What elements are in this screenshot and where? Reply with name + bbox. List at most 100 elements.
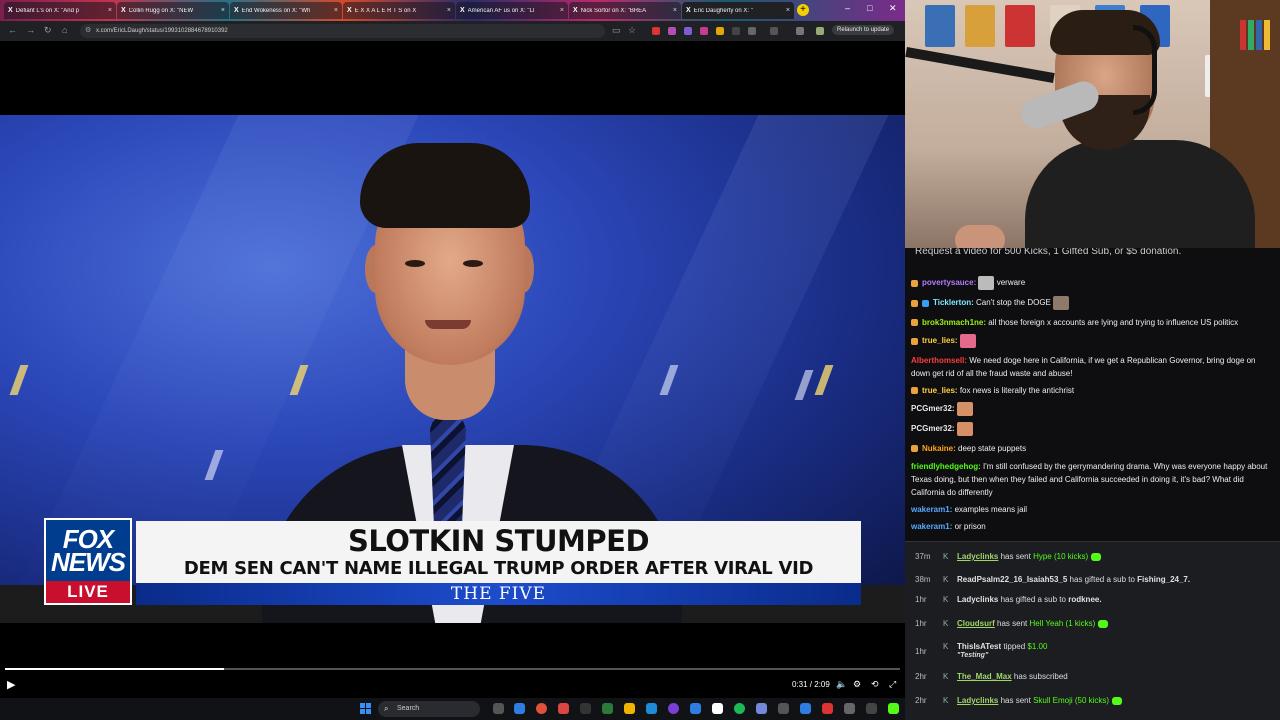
- app-icon[interactable]: [646, 703, 657, 714]
- x-logo-icon: X: [121, 7, 126, 14]
- tab-nick-sortor[interactable]: X Nick Sortor on X: "BREA ×: [569, 2, 681, 19]
- app-icon[interactable]: [580, 703, 591, 714]
- close-window-icon[interactable]: ✕: [889, 3, 897, 14]
- close-icon[interactable]: ×: [221, 7, 225, 14]
- emote: [956, 402, 973, 416]
- tab-defiant-ls[interactable]: X Defiant L's on X: "And p ×: [4, 2, 116, 19]
- chat-username[interactable]: Alberthomsell:: [911, 356, 967, 365]
- spotify-icon[interactable]: [734, 703, 745, 714]
- side-panel-icon[interactable]: [770, 27, 778, 35]
- chat-username[interactable]: brok3nmach1ne:: [922, 318, 986, 327]
- chat-username[interactable]: povertysauce:: [922, 278, 976, 287]
- file-explorer-icon[interactable]: [624, 703, 635, 714]
- chat-username[interactable]: PCGmer32:: [911, 424, 955, 433]
- minimize-icon[interactable]: –: [845, 3, 850, 13]
- tab-eric-daugherty[interactable]: X Eric Daugherty on X: " ×: [682, 2, 794, 19]
- chat-username[interactable]: true_lies:: [922, 336, 958, 345]
- show-name: THE FIVE: [450, 584, 547, 604]
- event-user[interactable]: ReadPsalm22_16_Isaiah53_5: [957, 575, 1067, 584]
- tip-message: "Testing": [957, 652, 989, 659]
- extension-icon[interactable]: [700, 27, 708, 35]
- wall-poster: [965, 5, 995, 47]
- event-user[interactable]: ThisIsATest: [957, 642, 1001, 651]
- app-icon[interactable]: [602, 703, 613, 714]
- app-icon[interactable]: [844, 703, 855, 714]
- playback-time: 0:31 / 2:09: [792, 680, 830, 689]
- close-icon[interactable]: ×: [560, 7, 564, 14]
- cast-icon[interactable]: ▭: [612, 25, 621, 36]
- app-icon[interactable]: [558, 703, 569, 714]
- studio-light: [794, 370, 814, 400]
- kick-icon[interactable]: [888, 703, 899, 714]
- kick-icon: K: [943, 552, 949, 561]
- bookmark-star-icon[interactable]: ☆: [628, 25, 636, 36]
- app-icon[interactable]: [668, 703, 679, 714]
- progress-bar[interactable]: [5, 668, 900, 670]
- play-icon[interactable]: ▶: [7, 678, 15, 691]
- chat-message: PCGmer32:: [911, 422, 1273, 436]
- extension-icon[interactable]: [684, 27, 692, 35]
- app-icon[interactable]: [822, 703, 833, 714]
- tab-title: Collin Rugg on X: "NEW: [128, 7, 194, 14]
- relaunch-to-update-button[interactable]: Relaunch to update: [832, 25, 895, 35]
- close-icon[interactable]: ×: [673, 7, 677, 14]
- taskbar-search[interactable]: ⌕ Search: [378, 701, 480, 717]
- extension-icon[interactable]: [716, 27, 724, 35]
- chat-username[interactable]: PCGmer32:: [911, 404, 955, 413]
- repeat-icon[interactable]: ⟲: [871, 679, 879, 690]
- url-field[interactable]: ⚙ x.com/EricLDaugh/status/199310288467891…: [80, 24, 605, 38]
- chrome-icon[interactable]: [536, 703, 547, 714]
- close-icon[interactable]: ×: [786, 7, 790, 14]
- profile-avatar[interactable]: [816, 27, 824, 35]
- event-user[interactable]: Ladyclinks: [957, 595, 998, 604]
- event-user[interactable]: Cloudsurf: [957, 619, 995, 628]
- app-icon[interactable]: [756, 703, 767, 714]
- tab-collin-rugg[interactable]: X Collin Rugg on X: "NEW ×: [117, 2, 229, 19]
- chat-username[interactable]: Ticklerton:: [933, 298, 974, 307]
- app-icon[interactable]: [712, 703, 723, 714]
- event-user[interactable]: Ladyclinks: [957, 696, 998, 705]
- chat-username[interactable]: friendlyhedgehog:: [911, 462, 981, 471]
- app-icon[interactable]: [800, 703, 811, 714]
- anchor-hair: [360, 143, 530, 228]
- chat-username[interactable]: true_lies:: [922, 386, 958, 395]
- download-icon[interactable]: [796, 27, 804, 35]
- maximize-icon[interactable]: □: [867, 3, 872, 13]
- app-icon[interactable]: [778, 703, 789, 714]
- forward-icon[interactable]: →: [26, 25, 35, 35]
- edge-icon[interactable]: [514, 703, 525, 714]
- task-view-icon[interactable]: [493, 703, 504, 714]
- app-icon[interactable]: [690, 703, 701, 714]
- extension-icon[interactable]: [732, 27, 740, 35]
- extension-icon[interactable]: [652, 27, 660, 35]
- back-icon[interactable]: ←: [8, 25, 17, 35]
- extension-icon[interactable]: [668, 27, 676, 35]
- search-icon: ⌕: [384, 704, 389, 713]
- event-user[interactable]: Ladyclinks: [957, 552, 998, 561]
- chat-username[interactable]: wakeram1:: [911, 522, 952, 531]
- event-user[interactable]: The_Mad_Max: [957, 672, 1012, 681]
- new-tab-button[interactable]: +: [797, 4, 809, 16]
- close-icon[interactable]: ×: [334, 7, 338, 14]
- home-icon[interactable]: ⌂: [62, 25, 67, 35]
- close-icon[interactable]: ×: [108, 7, 112, 14]
- site-info-icon[interactable]: ⚙: [85, 24, 91, 38]
- extensions-puzzle-icon[interactable]: [748, 27, 756, 35]
- fullscreen-icon[interactable]: ⤢: [889, 679, 896, 690]
- chat-username[interactable]: Nukaine:: [922, 444, 956, 453]
- reload-icon[interactable]: ↻: [44, 25, 52, 36]
- volume-icon[interactable]: 🔈: [836, 679, 847, 690]
- tab-exx-alerts[interactable]: XE X X A L E R T S on X ×: [343, 2, 455, 19]
- tab-american-af[interactable]: X American AF us on X: "LI ×: [456, 2, 568, 19]
- anchor-mouth: [425, 320, 471, 329]
- diamond-badge-icon: [922, 299, 929, 307]
- tab-title: End Wokeness on X: "Wh: [241, 7, 311, 14]
- settings-gear-icon[interactable]: ⚙: [853, 679, 861, 690]
- kicks-badge-icon: [1112, 696, 1123, 705]
- kick-icon: K: [943, 672, 949, 681]
- close-icon[interactable]: ×: [447, 7, 451, 14]
- app-icon[interactable]: [866, 703, 877, 714]
- chat-username[interactable]: wakeram1:: [911, 505, 952, 514]
- tab-end-wokeness[interactable]: X End Wokeness on X: "Wh ×: [230, 2, 342, 19]
- windows-start-icon[interactable]: [360, 703, 371, 714]
